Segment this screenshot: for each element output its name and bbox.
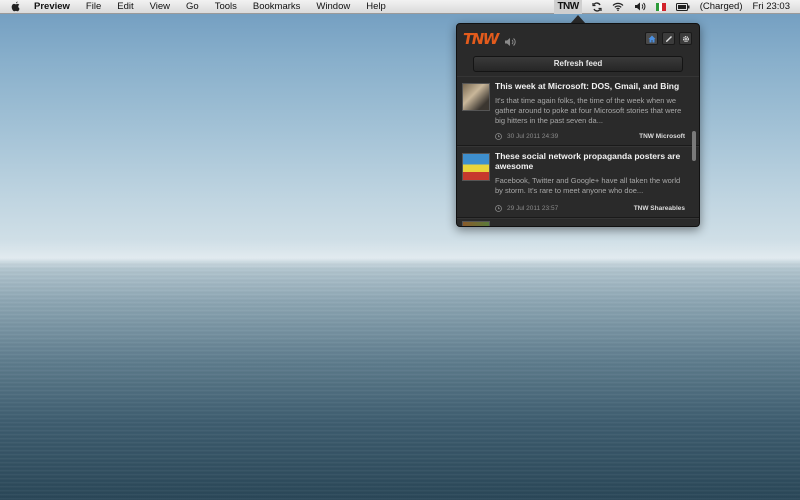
popover-header: TNW xyxy=(457,24,699,54)
article-thumbnail xyxy=(462,153,490,181)
header-buttons xyxy=(645,32,692,45)
settings-gear-icon[interactable] xyxy=(679,32,692,45)
tnw-popover: TNW Refresh feed This week at Microsoft:… xyxy=(456,23,700,227)
compose-icon[interactable] xyxy=(662,32,675,45)
article-thumbnail xyxy=(462,221,490,226)
article-excerpt: Facebook, Twitter and Google+ have all t… xyxy=(495,176,681,195)
menu-bar: Preview File Edit View Go Tools Bookmark… xyxy=(0,0,800,14)
clock-icon xyxy=(495,205,502,212)
menu-tools[interactable]: Tools xyxy=(215,1,237,12)
sync-icon[interactable] xyxy=(592,1,602,12)
speaker-icon[interactable] xyxy=(504,34,516,46)
battery-icon[interactable] xyxy=(675,2,690,11)
refresh-feed-button[interactable]: Refresh feed xyxy=(473,56,683,72)
tnw-status-item[interactable]: TNW xyxy=(554,0,582,14)
home-icon[interactable] xyxy=(645,32,658,45)
refresh-bar: Refresh feed xyxy=(457,54,699,74)
feed-item[interactable]: This week at Microsoft: DOS, Gmail, and … xyxy=(457,76,699,146)
article-date: 30 Jul 2011 24:39 xyxy=(507,133,559,140)
wifi-icon[interactable] xyxy=(612,2,624,11)
input-source-flag-icon[interactable] xyxy=(655,2,666,11)
sea-surface xyxy=(0,262,800,500)
article-title[interactable]: This week at Microsoft: DOS, Gmail, and … xyxy=(495,81,689,91)
feed-item[interactable]: These social network propaganda posters … xyxy=(457,146,699,218)
menu-help[interactable]: Help xyxy=(366,1,386,12)
status-menus: TNW (Charged) Fri 23:03 xyxy=(554,0,800,14)
article-date: 29 Jul 2011 23:57 xyxy=(507,205,559,212)
article-title[interactable]: These social network propaganda posters … xyxy=(495,151,689,171)
article-excerpt: It's that time again folks, the time of … xyxy=(495,96,682,125)
menu-clock[interactable]: Fri 23:03 xyxy=(753,1,791,12)
article-category[interactable]: TNW Microsoft xyxy=(639,133,685,140)
battery-status-text[interactable]: (Charged) xyxy=(700,1,743,12)
menu-edit[interactable]: Edit xyxy=(117,1,133,12)
tnw-logo: TNW xyxy=(463,30,499,48)
volume-icon[interactable] xyxy=(634,2,646,11)
menu-app-name[interactable]: Preview xyxy=(34,1,70,12)
apple-menu-icon[interactable] xyxy=(10,1,22,13)
menu-window[interactable]: Window xyxy=(316,1,350,12)
menu-go[interactable]: Go xyxy=(186,1,199,12)
article-thumbnail xyxy=(462,83,490,111)
article-category[interactable]: TNW Shareables xyxy=(634,205,685,212)
feed-item-partial[interactable] xyxy=(457,218,699,226)
feed-scrollbar[interactable] xyxy=(692,131,696,161)
menu-view[interactable]: View xyxy=(150,1,170,12)
menu-bookmarks[interactable]: Bookmarks xyxy=(253,1,301,12)
clock-icon xyxy=(495,133,502,140)
news-feed-list: This week at Microsoft: DOS, Gmail, and … xyxy=(457,76,699,226)
menu-file[interactable]: File xyxy=(86,1,101,12)
article-meta: 30 Jul 2011 24:39 TNW Microsoft xyxy=(495,133,685,140)
article-meta: 29 Jul 2011 23:57 TNW Shareables xyxy=(495,205,685,212)
